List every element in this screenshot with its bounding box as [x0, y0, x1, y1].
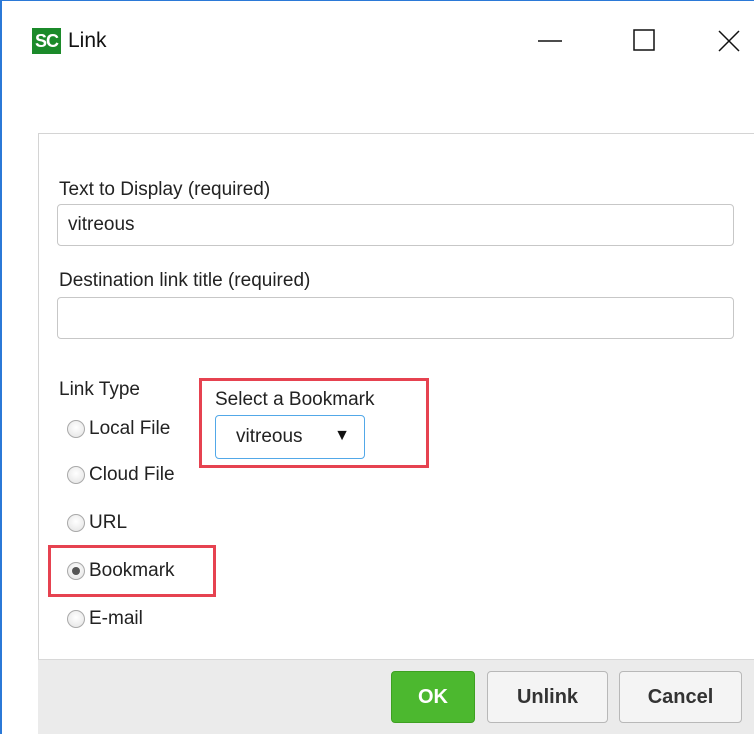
- link-type-label: Link Type: [59, 379, 140, 400]
- close-button[interactable]: [709, 21, 749, 61]
- unlink-button[interactable]: Unlink: [487, 671, 608, 723]
- maximize-icon: [633, 29, 655, 51]
- text-to-display-label: Text to Display (required): [59, 179, 271, 200]
- maximize-button[interactable]: [625, 21, 665, 61]
- radio-cloud-file[interactable]: Cloud File: [67, 464, 175, 486]
- destination-link-title-label: Destination link title (required): [59, 270, 311, 291]
- radio-url[interactable]: URL: [67, 512, 127, 534]
- destination-link-title-input[interactable]: [57, 297, 734, 339]
- radio-label: Local File: [89, 418, 171, 439]
- dropdown-arrow-icon: ▼: [334, 427, 350, 444]
- bookmark-select-value: vitreous: [236, 426, 303, 447]
- radio-label: URL: [89, 512, 128, 533]
- text-to-display-input[interactable]: vitreous: [57, 204, 734, 246]
- radio-button[interactable]: [67, 466, 85, 484]
- select-bookmark-label: Select a Bookmark: [215, 389, 375, 410]
- bookmark-highlight-box: [48, 545, 216, 597]
- radio-button[interactable]: [67, 610, 85, 628]
- bookmark-select[interactable]: vitreous ▼: [215, 415, 365, 459]
- radio-email[interactable]: E-mail: [67, 608, 143, 630]
- cancel-button[interactable]: Cancel: [619, 671, 742, 723]
- close-icon: [718, 30, 740, 52]
- radio-label: Cloud File: [89, 464, 175, 485]
- radio-local-file[interactable]: Local File: [67, 418, 170, 440]
- ok-button[interactable]: OK: [391, 671, 475, 723]
- window-title: Link: [68, 29, 107, 52]
- minimize-button[interactable]: [530, 21, 570, 61]
- radio-label: E-mail: [89, 608, 143, 629]
- title-bar: SC Link: [2, 1, 754, 81]
- minimize-icon: [538, 40, 562, 42]
- radio-button[interactable]: [67, 420, 85, 438]
- radio-button[interactable]: [67, 514, 85, 532]
- app-logo: SC: [32, 28, 61, 54]
